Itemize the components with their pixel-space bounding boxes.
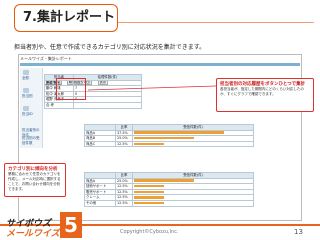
folder-icon	[23, 70, 29, 75]
category-ratio: 12.5%	[115, 140, 133, 148]
sidebar-item-received-count[interactable]: 担当別の受信件数	[22, 136, 42, 146]
page-number: 13	[294, 228, 303, 236]
category-name: その他	[84, 200, 116, 207]
table-row[interactable]: 商品C 12.5%	[84, 140, 254, 148]
logo-text-bottom: メールワイズ	[6, 229, 60, 239]
slide-title: 7.集計レポート	[14, 4, 118, 32]
folder-icon	[23, 88, 29, 93]
category-bar-cell	[132, 200, 254, 207]
table-row[interactable]: その他 12.5%	[84, 200, 254, 207]
category-ratio: 12.5%	[115, 200, 133, 207]
category-bar	[134, 136, 194, 140]
agent-count	[73, 102, 142, 109]
callout-body: 業務に合わせて任意のカテゴリを作成し、メール対応時に選択することで、お問い合わせ…	[8, 172, 61, 191]
title-rule	[118, 22, 314, 23]
callout-agent-history: 担当者別の対応履歴をボタンひとつで集計 各担当者が、指定した期間内にどのくらい対…	[216, 78, 314, 112]
callout-category-analysis: カテゴリ別に傾向を分析 業務に合わせて任意のカテゴリを作成し、メール対応時に選択…	[4, 163, 66, 197]
category-bar	[134, 196, 164, 199]
sidebar-item-agent-id[interactable]: 担当ID	[22, 112, 33, 117]
category-name: 商品C	[84, 140, 116, 148]
category-bar	[134, 184, 164, 188]
agent-name: 合 考	[44, 102, 74, 109]
category-table-2: 比率 受信件数(件) 商品A 25.0% 技術サポート 12.5% 販売サポート…	[84, 172, 254, 207]
category-bar	[134, 201, 164, 205]
app-header-bar	[20, 63, 300, 66]
copyright: Copyright©Cybozu,Inc.	[120, 229, 179, 235]
logo-number: 5	[60, 212, 82, 238]
table-row[interactable]: 合 考	[44, 102, 142, 109]
category-bar	[134, 131, 224, 134]
category-bar	[134, 190, 164, 194]
sidebar-item-by-agent[interactable]: 担当別	[22, 94, 33, 99]
sidebar-item-general[interactable]: 全般	[22, 76, 29, 81]
category-bar	[134, 142, 164, 146]
callout-arrow	[87, 85, 217, 91]
slide-subtitle: 担当者別や、任意で作成できるカテゴリ別に対応状況を集計できます。	[14, 44, 206, 51]
category-table-2-wrap: 比率 受信件数(件) 商品A 25.0% 技術サポート 12.5% 販売サポート…	[84, 172, 254, 207]
agent-highlight-box	[56, 78, 86, 100]
callout-body: 各担当者が、指定した期間内にどのくらい対応したのか、すぐにグラフで確認できます。	[220, 87, 304, 96]
category-bar-cell	[132, 140, 254, 148]
category-table-1: 比率 受信件数(件) 商品A 37.5% 商品B 25.0% 商品C 12.5%	[84, 124, 254, 148]
app-sidebar: 全般 担当別 担当ID 担当者別の対応 担当別の受信件数	[20, 68, 43, 148]
category-table-1-wrap: 比率 受信件数(件) 商品A 37.5% 商品B 25.0% 商品C 12.5%	[84, 124, 254, 148]
folder-icon	[23, 106, 29, 111]
app-window-title: メールワイズ - 集計レポート	[20, 56, 72, 61]
category-bar	[134, 179, 194, 182]
